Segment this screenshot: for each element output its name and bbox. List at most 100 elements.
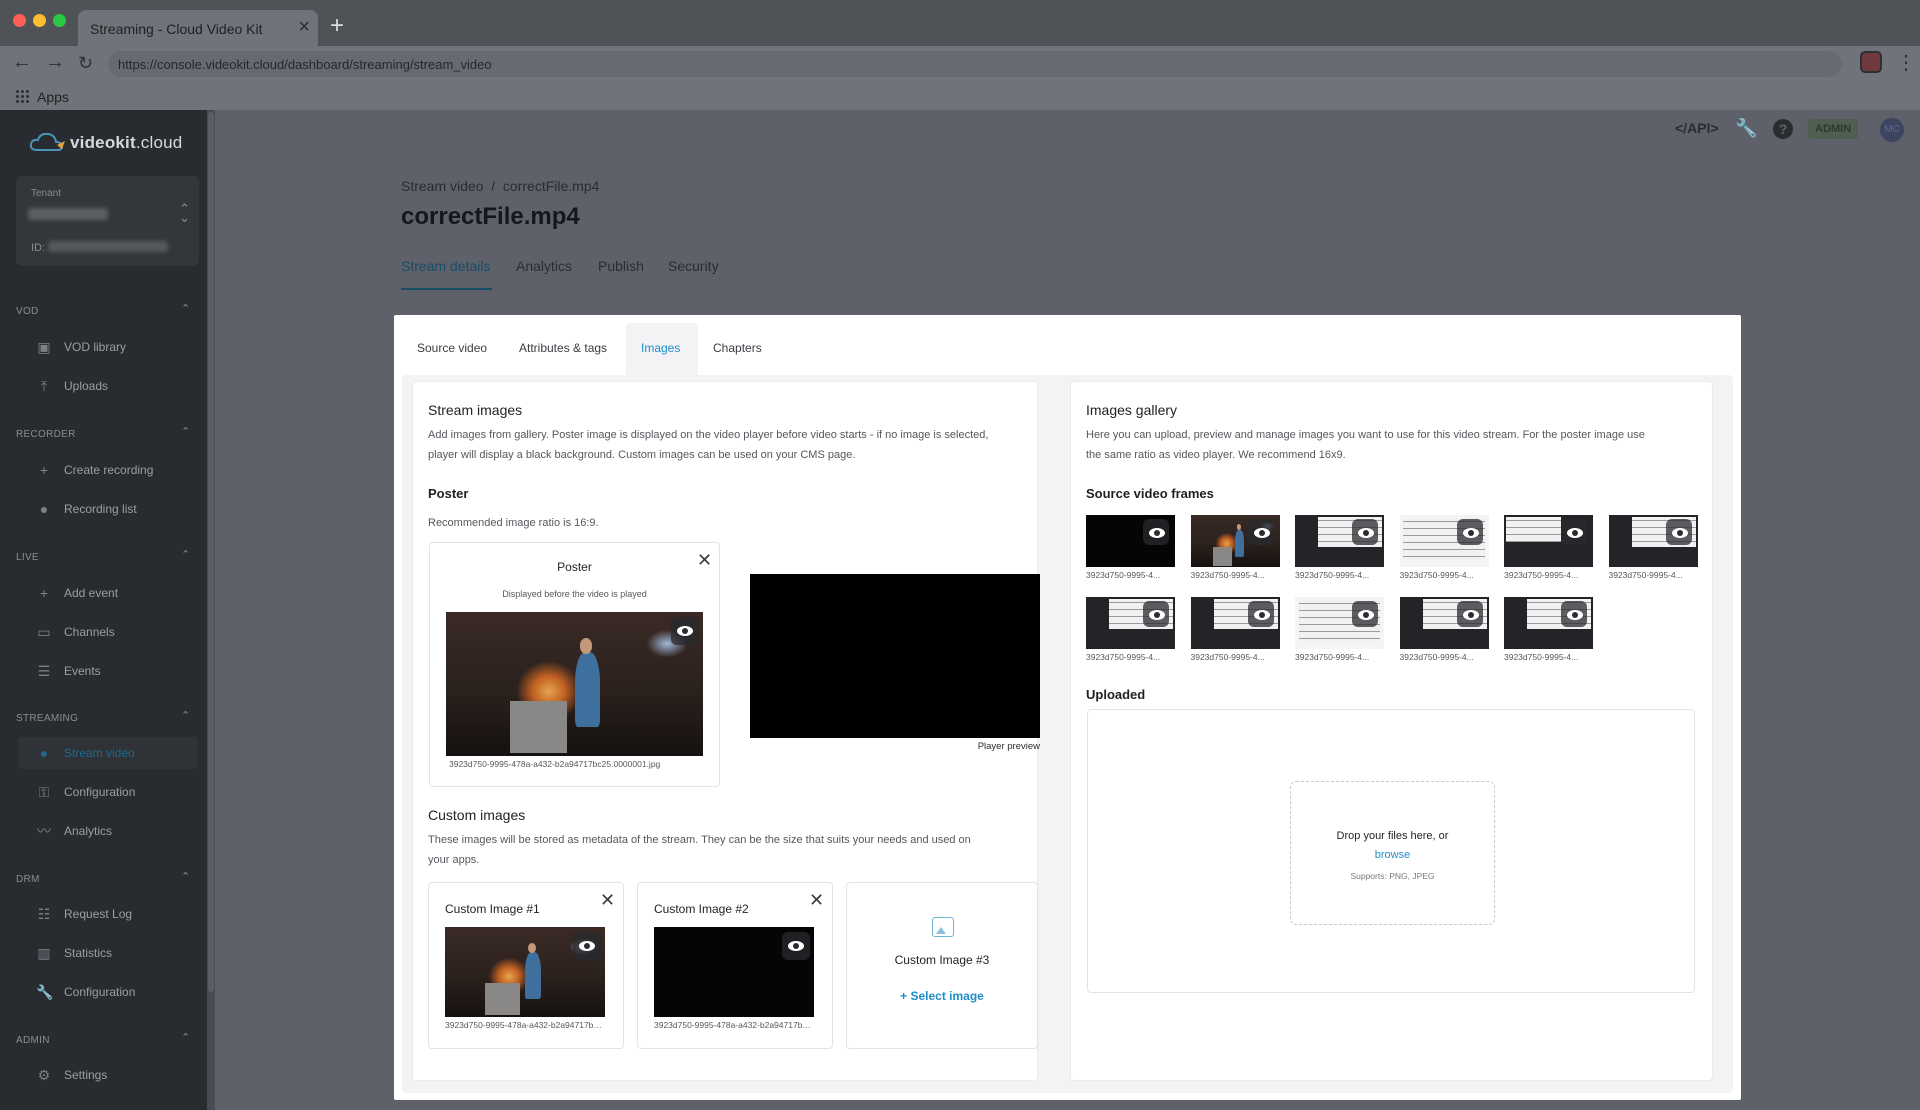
source-frame-thumbnail[interactable] — [1190, 515, 1280, 567]
eye-icon[interactable] — [573, 932, 601, 960]
sidebar-item-statistics[interactable]: ▥ Statistics — [18, 937, 198, 969]
sidebar-item-vod-library[interactable]: ▣ VOD library — [18, 331, 198, 363]
eye-icon[interactable] — [1665, 519, 1692, 545]
source-frame-thumbnail[interactable] — [1295, 515, 1384, 567]
breadcrumb[interactable]: Stream video / correctFile.mp4 — [401, 178, 599, 194]
bookmark-apps[interactable]: Apps — [37, 89, 69, 105]
tab-security[interactable]: Security — [668, 258, 719, 274]
api-button[interactable]: </API> — [1675, 120, 1719, 136]
sidebar-item-create-recording[interactable]: + Create recording — [18, 454, 198, 486]
source-frame-thumbnail[interactable] — [1608, 515, 1698, 567]
sidebar-item-add-event[interactable]: + Add event — [18, 577, 198, 609]
eye-icon[interactable] — [1247, 601, 1274, 627]
plus-icon: + — [39, 462, 49, 478]
new-tab-button[interactable]: + — [330, 12, 344, 40]
window-maximize-button[interactable] — [53, 14, 66, 27]
sidebar-item-recording-list[interactable]: ● Recording list — [18, 493, 198, 525]
source-frame[interactable]: 3923d750-9995-4... — [1399, 515, 1489, 580]
source-frame[interactable]: 3923d750-9995-4... — [1190, 515, 1280, 580]
tenant-selector[interactable]: Tenant ⌃ ⌄ ID: — [16, 176, 199, 266]
window-minimize-button[interactable] — [33, 14, 46, 27]
custom-image-thumbnail[interactable] — [654, 927, 814, 1017]
tab-publish[interactable]: Publish — [598, 258, 644, 274]
source-frame-thumbnail[interactable] — [1399, 597, 1489, 649]
avatar[interactable]: MC — [1880, 118, 1904, 142]
source-frame[interactable]: 3923d750-9995-4... — [1608, 515, 1698, 580]
chevron-up-icon[interactable]: ⌃ — [181, 425, 190, 438]
source-frame[interactable]: 3923d750-9995-4... — [1504, 597, 1593, 662]
browser-tab[interactable]: Streaming - Cloud Video Kit × — [78, 10, 318, 46]
sidebar-item-analytics[interactable]: 〰 Analytics — [18, 815, 198, 847]
chevron-up-icon[interactable]: ⌃ — [181, 302, 190, 315]
source-frame-thumbnail[interactable] — [1399, 515, 1489, 567]
window-close-button[interactable] — [13, 14, 26, 27]
remove-custom-image-icon[interactable]: ✕ — [809, 891, 824, 909]
apps-grid-icon[interactable] — [15, 89, 29, 103]
source-frame[interactable]: 3923d750-9995-4... — [1190, 597, 1280, 662]
source-frame[interactable]: 3923d750-9995-4... — [1504, 515, 1593, 580]
source-frame-filename: 3923d750-9995-4... — [1190, 570, 1265, 580]
eye-icon[interactable] — [1561, 519, 1587, 545]
forward-icon[interactable]: → — [45, 51, 65, 74]
tab-stream-details[interactable]: Stream details — [401, 258, 490, 274]
sidebar-item-stream-video[interactable]: ● Stream video — [18, 737, 198, 769]
sidebar-item-drm-configuration[interactable]: 🔧 Configuration — [18, 976, 198, 1008]
remove-poster-icon[interactable]: ✕ — [697, 551, 712, 569]
extension-icon[interactable] — [1860, 51, 1882, 73]
eye-icon[interactable] — [1352, 601, 1378, 627]
source-frame-thumbnail[interactable] — [1504, 597, 1593, 649]
eye-icon[interactable] — [1456, 519, 1483, 545]
chevron-up-icon[interactable]: ⌃ — [181, 1031, 190, 1044]
source-frame-thumbnail[interactable] — [1504, 515, 1593, 567]
custom-image-add-card[interactable]: Custom Image #3 + Select image — [846, 882, 1038, 1049]
sidebar-item-events[interactable]: ☰ Events — [18, 655, 198, 687]
source-frame-thumbnail[interactable] — [1295, 597, 1384, 649]
source-frame[interactable]: 3923d750-9995-4... — [1086, 515, 1175, 580]
subtab-source-video[interactable]: Source video — [417, 341, 487, 355]
source-frame[interactable]: 3923d750-9995-4... — [1399, 597, 1489, 662]
chevron-up-icon[interactable]: ⌃ — [181, 870, 190, 883]
source-frame[interactable]: 3923d750-9995-4... — [1086, 597, 1175, 662]
eye-icon[interactable] — [1247, 519, 1274, 545]
sidebar-item-uploads[interactable]: ⤒ Uploads — [18, 370, 198, 402]
custom-image-thumbnail[interactable] — [445, 927, 605, 1017]
eye-icon[interactable] — [1561, 601, 1587, 627]
source-frame[interactable]: 3923d750-9995-4... — [1295, 597, 1384, 662]
remove-custom-image-icon[interactable]: ✕ — [600, 891, 615, 909]
sidebar-item-settings[interactable]: ⚙ Settings — [18, 1059, 198, 1091]
poster-image[interactable] — [446, 612, 703, 756]
logo[interactable]: videokit.cloud — [29, 130, 219, 156]
help-icon[interactable]: ? — [1773, 119, 1793, 139]
eye-icon[interactable] — [782, 932, 810, 960]
select-image-link[interactable]: + Select image — [847, 989, 1037, 1003]
tab-analytics[interactable]: Analytics — [516, 258, 572, 274]
source-frame-thumbnail[interactable] — [1190, 597, 1280, 649]
subtab-attributes-tags[interactable]: Attributes & tags — [519, 341, 607, 355]
person-shape — [574, 652, 601, 728]
address-bar[interactable]: https://console.videokit.cloud/dashboard… — [108, 51, 1842, 77]
wrench-icon[interactable]: 🔧 — [1735, 118, 1757, 139]
chevron-up-icon[interactable]: ⌃ — [181, 709, 190, 722]
chevron-up-icon[interactable]: ⌃ — [181, 548, 190, 561]
sidebar-item-channels[interactable]: ▭ Channels — [18, 616, 198, 648]
tab-close-icon[interactable]: × — [298, 16, 310, 39]
subtab-chapters[interactable]: Chapters — [713, 341, 762, 355]
subtab-images[interactable]: Images — [641, 341, 680, 355]
sidebar-item-configuration[interactable]: ⚿ Configuration — [18, 776, 198, 808]
eye-icon[interactable] — [671, 617, 699, 645]
eye-icon[interactable] — [1352, 519, 1378, 545]
source-frame-thumbnail[interactable] — [1086, 597, 1175, 649]
sidebar-item-request-log[interactable]: ☷ Request Log — [18, 898, 198, 930]
sidebar-scrollbar-thumb[interactable] — [208, 112, 214, 992]
eye-icon[interactable] — [1143, 519, 1169, 545]
browser-menu-icon[interactable]: ⋮ — [1896, 50, 1916, 75]
source-frame-thumbnail[interactable] — [1086, 515, 1175, 567]
cloud-logo-icon — [29, 132, 65, 151]
reload-icon[interactable]: ↻ — [78, 53, 93, 74]
back-icon[interactable]: ← — [12, 51, 32, 74]
eye-icon[interactable] — [1143, 601, 1169, 627]
file-dropzone[interactable]: Drop your files here, or browse Supports… — [1290, 781, 1495, 925]
eye-icon[interactable] — [1456, 601, 1483, 627]
source-frame[interactable]: 3923d750-9995-4... — [1295, 515, 1384, 580]
browse-link[interactable]: browse — [1291, 849, 1494, 861]
